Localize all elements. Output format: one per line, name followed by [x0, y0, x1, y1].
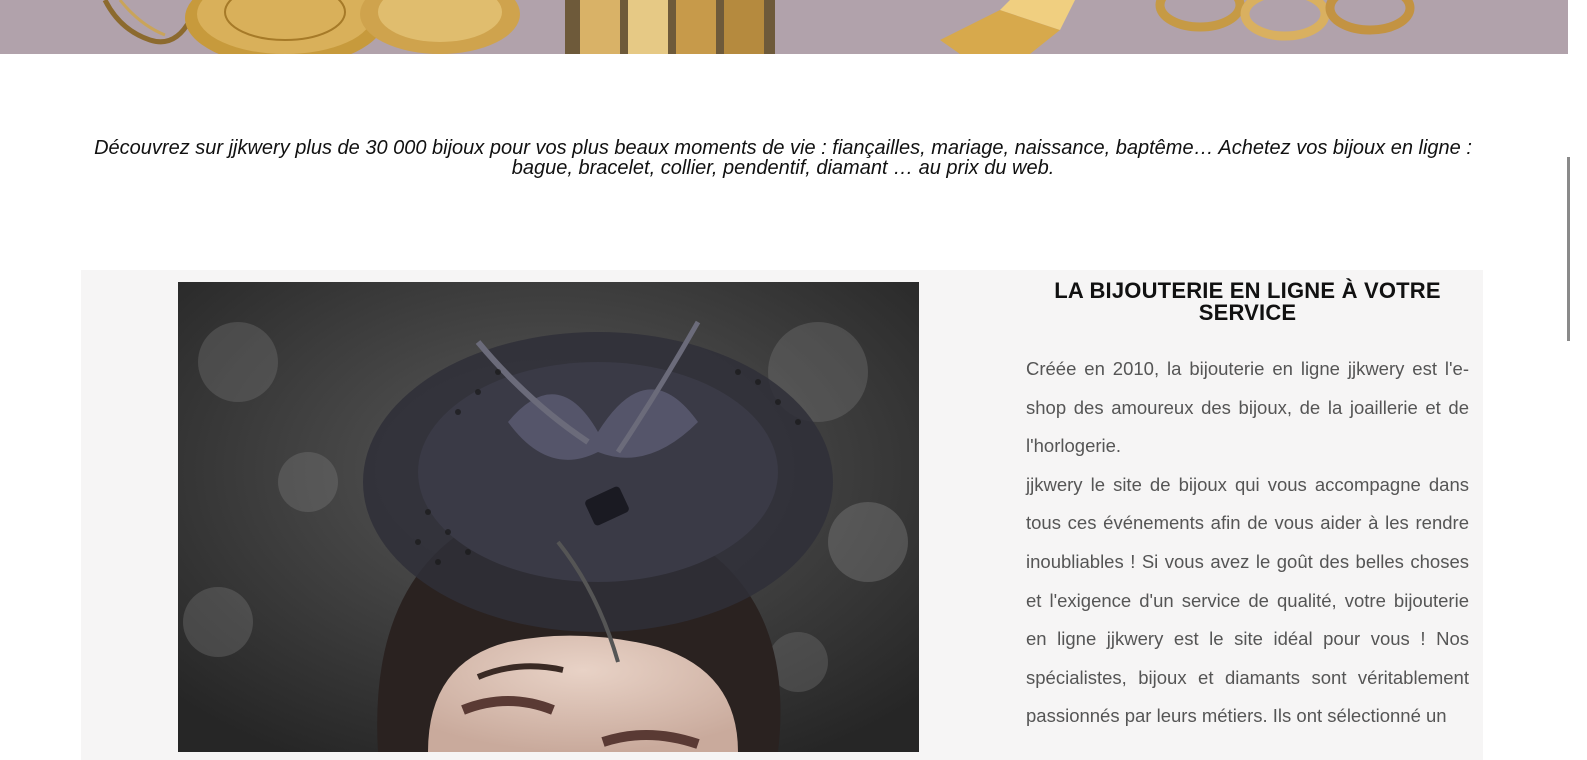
service-copy: LA BIJOUTERIE EN LIGNE À VOTRE SERVICE C… — [1026, 280, 1469, 736]
banner-jewelry-photo — [0, 0, 1568, 54]
paragraph-intro: Créée en 2010, la bijouterie en ligne jj… — [1026, 358, 1469, 457]
scrollbar-thumb[interactable] — [1567, 157, 1570, 341]
paragraph-details: jjkwery le site de bijoux qui vous accom… — [1026, 473, 1469, 727]
model-photo — [178, 282, 919, 752]
jewelry-photo-icon — [0, 0, 1568, 54]
model-with-fascinator-photo-icon — [178, 282, 919, 752]
service-section: LA BIJOUTERIE EN LIGNE À VOTRE SERVICE C… — [81, 270, 1483, 760]
section-title: LA BIJOUTERIE EN LIGNE À VOTRE SERVICE — [1054, 278, 1441, 325]
scrollbar-track[interactable] — [1568, 0, 1587, 751]
intro-text: Découvrez sur jjkwery plus de 30 000 bij… — [94, 137, 1472, 179]
